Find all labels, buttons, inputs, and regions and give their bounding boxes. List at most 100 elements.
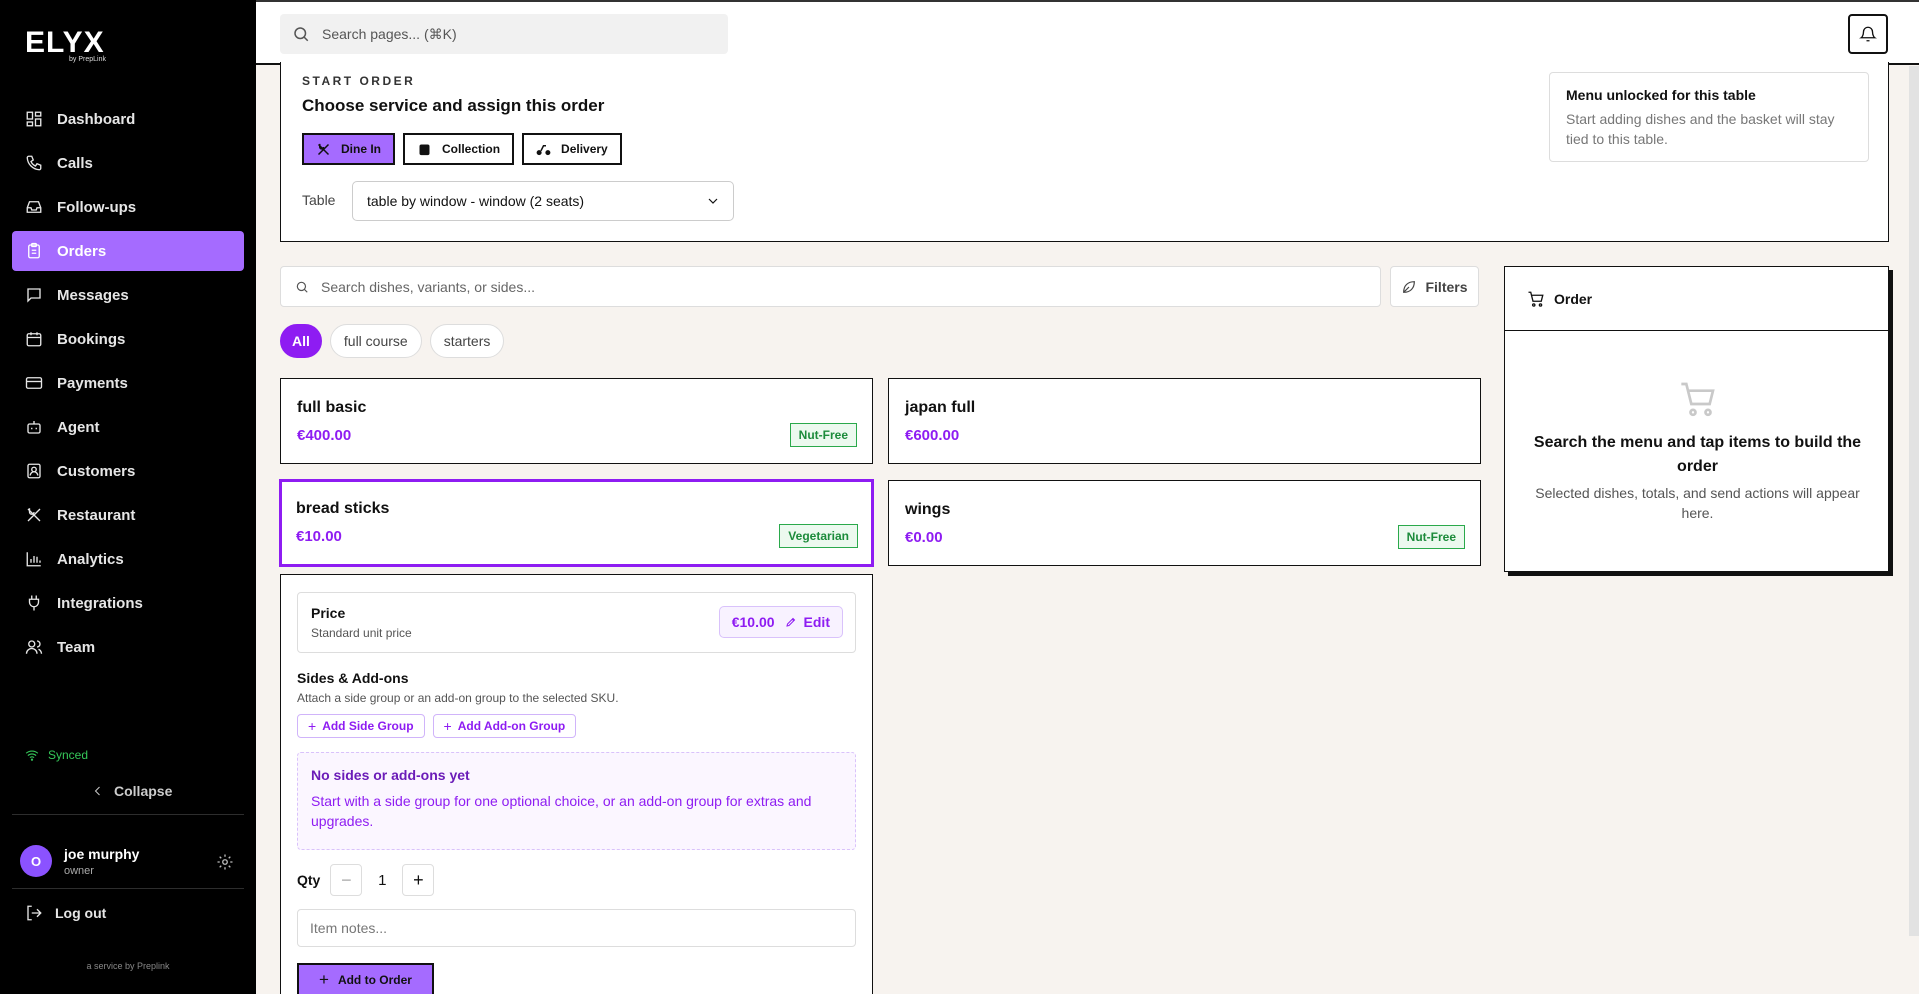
sidebar-item-label: Restaurant: [57, 506, 136, 524]
dish-price: €600.00: [905, 427, 960, 444]
sidebar-item-label: Team: [57, 638, 96, 656]
page-search[interactable]: [280, 14, 728, 54]
order-header: Order: [1505, 267, 1888, 331]
sidebar-item-customers[interactable]: Customers: [12, 451, 244, 491]
sidebar-item-calls[interactable]: Calls: [12, 143, 244, 183]
credit-card-icon: [25, 374, 43, 392]
contact-icon: [25, 462, 43, 480]
dish-card[interactable]: full basic €400.00 Nut-Free: [280, 378, 873, 464]
qty-decrement-button[interactable]: −: [330, 864, 363, 896]
sides-subtitle: Attach a side group or an add-on group t…: [297, 691, 619, 705]
sidebar-divider: [12, 814, 244, 815]
table-notice: Menu unlocked for this table Start addin…: [1549, 72, 1869, 162]
sidebar-item-orders[interactable]: Orders: [12, 231, 244, 271]
plug-icon: [25, 594, 43, 612]
bag-icon: [419, 144, 430, 155]
service-dine-in-button[interactable]: Dine In: [302, 133, 396, 165]
brand-name: ELYX: [25, 26, 105, 59]
brand-logo[interactable]: ELYX by PrepLink: [25, 26, 106, 64]
avatar: O: [20, 845, 52, 877]
sync-status-label: Synced: [48, 748, 89, 762]
table-notice-text: Start adding dishes and the basket will …: [1566, 111, 1835, 147]
dietary-tag: Vegetarian: [779, 524, 858, 548]
filters-button[interactable]: Filters: [1390, 266, 1479, 307]
order-empty-title: Search the menu and tap items to build t…: [1533, 434, 1862, 475]
add-side-group-button[interactable]: + Add Side Group: [297, 714, 425, 738]
service-collection-button[interactable]: Collection: [403, 133, 515, 165]
sidebar-item-agent[interactable]: Agent: [12, 407, 244, 447]
leaf-icon: [1403, 280, 1416, 293]
price-value: €10.00: [731, 614, 775, 630]
start-order-title: Choose service and assign this order: [302, 96, 605, 115]
collapse-label: Collapse: [114, 783, 173, 799]
item-notes-input[interactable]: [297, 909, 856, 947]
message-icon: [25, 286, 43, 304]
service-label: Collection: [442, 142, 501, 156]
dish-card-selected[interactable]: bread sticks €10.00 Vegetarian: [279, 479, 874, 567]
sidebar-item-analytics[interactable]: Analytics: [12, 539, 244, 579]
users-icon: [25, 638, 43, 656]
start-order-panel: START ORDER Choose service and assign th…: [280, 62, 1889, 242]
sidebar-item-label: Customers: [57, 462, 136, 480]
brand-sub: by PrepLink: [69, 56, 106, 63]
dish-card[interactable]: japan full €600.00: [888, 378, 1481, 464]
dish-name: wings: [905, 501, 951, 518]
sidebar-item-label: Payments: [57, 374, 128, 392]
page-search-input[interactable]: [322, 26, 702, 42]
service-footer: a service by Preplink: [86, 961, 170, 971]
scooter-icon: [536, 144, 551, 155]
dish-search-input[interactable]: [321, 278, 1321, 295]
table-notice-title: Menu unlocked for this table: [1566, 87, 1756, 103]
edit-price-button[interactable]: €10.00 Edit: [718, 606, 843, 638]
sidebar-item-payments[interactable]: Payments: [12, 363, 244, 403]
sidebar-item-team[interactable]: Team: [12, 627, 244, 667]
service-delivery-button[interactable]: Delivery: [522, 133, 622, 165]
sidebar-item-label: Messages: [57, 286, 129, 304]
logout-button[interactable]: Log out: [25, 904, 106, 922]
collapse-button[interactable]: Collapse: [92, 783, 172, 799]
sidebar-item-follow-ups[interactable]: Follow-ups: [12, 187, 244, 227]
category-chip-all[interactable]: All: [280, 324, 322, 358]
user-profile[interactable]: O joe murphy owner: [20, 845, 139, 877]
add-to-order-button[interactable]: + Add to Order: [297, 963, 434, 994]
quantity-stepper: Qty − 1 +: [297, 864, 435, 896]
table-select[interactable]: table by window - window (2 seats): [352, 181, 734, 221]
category-chip-full-course[interactable]: full course: [329, 324, 422, 358]
category-chip-starters[interactable]: starters: [429, 324, 505, 358]
filters-label: Filters: [1425, 278, 1468, 295]
logout-icon: [27, 905, 42, 921]
sidebar-item-label: Orders: [57, 242, 107, 260]
logout-label: Log out: [55, 905, 107, 921]
empty-cart-icon: [1678, 379, 1718, 419]
phone-icon: [25, 154, 43, 172]
notifications-button[interactable]: [1848, 14, 1888, 54]
service-label: Dine In: [341, 142, 382, 156]
dietary-tag: Nut-Free: [789, 423, 857, 447]
sidebar: ELYX by PrepLink Dashboard Calls Follow-…: [0, 0, 256, 994]
pencil-icon: [785, 617, 795, 627]
dish-search[interactable]: [280, 266, 1381, 307]
sidebar-item-label: Dashboard: [57, 110, 136, 128]
sidebar-item-dashboard[interactable]: Dashboard: [12, 99, 244, 139]
empty-sides-text: Start with a side group for one optional…: [311, 793, 812, 829]
sidebar-item-messages[interactable]: Messages: [12, 275, 244, 315]
item-detail-panel: Price Standard unit price €10.00 Edit Si…: [280, 574, 873, 994]
sidebar-item-label: Calls: [57, 154, 93, 172]
dish-card[interactable]: wings €0.00 Nut-Free: [888, 480, 1481, 566]
sidebar-item-integrations[interactable]: Integrations: [12, 583, 244, 623]
qty-increment-button[interactable]: +: [402, 864, 435, 896]
page-scrollbar[interactable]: [1909, 66, 1919, 936]
dish-price: €400.00: [297, 427, 352, 444]
table-label: Table: [302, 192, 336, 208]
sidebar-item-label: Follow-ups: [57, 198, 137, 216]
order-title: Order: [1554, 290, 1593, 307]
sidebar-item-bookings[interactable]: Bookings: [12, 319, 244, 359]
settings-button[interactable]: [216, 853, 234, 871]
sidebar-item-label: Integrations: [57, 594, 143, 612]
price-box: Price Standard unit price €10.00 Edit: [297, 592, 856, 653]
clipboard-icon: [25, 242, 43, 260]
sidebar-item-restaurant[interactable]: Restaurant: [12, 495, 244, 535]
sync-status: Synced: [25, 748, 88, 762]
category-chips: All full course starters: [280, 324, 505, 358]
add-addon-group-button[interactable]: + Add Add-on Group: [432, 714, 577, 738]
